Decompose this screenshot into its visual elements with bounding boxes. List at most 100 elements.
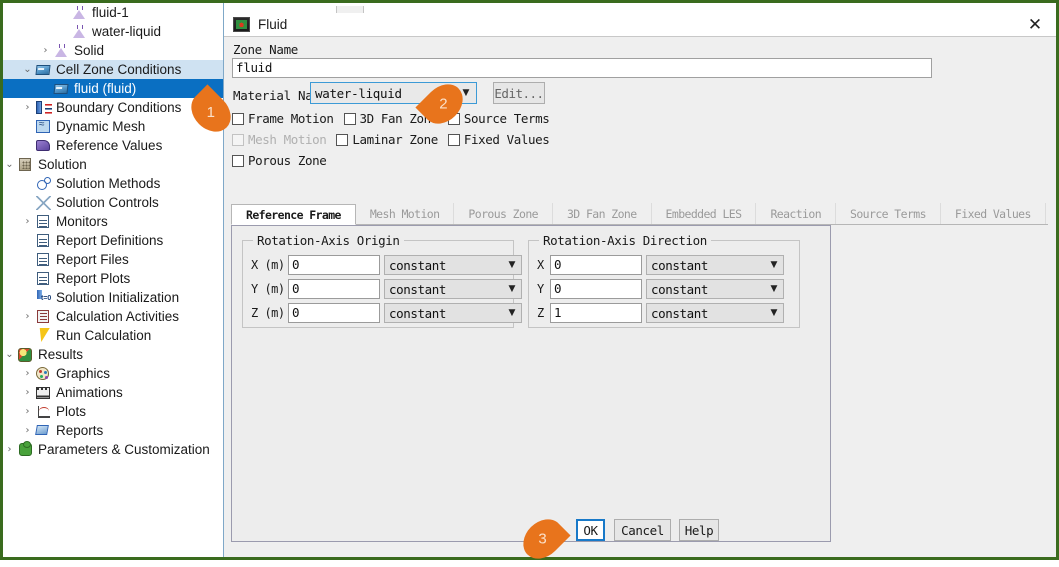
tree-item-fluid-fluid[interactable]: fluid (fluid) [3,79,223,98]
rotation-axis-origin-group: Rotation-Axis Origin X (m) 0 constant ▼ Y (m… [242,233,522,328]
tab-reaction[interactable]: Reaction [756,203,837,224]
callout-number: 1 [206,103,216,121]
tree-item-solution[interactable]: ⌄ Solution [3,155,223,174]
method-dropdown-y[interactable]: constant ▼ [646,279,784,299]
tree-item-run-calculation[interactable]: Run Calculation [3,326,223,345]
tab-reference-frame[interactable]: Reference Frame [231,204,356,225]
checkbox-laminar-zone[interactable]: Laminar Zone [336,132,438,147]
value-input-x[interactable]: 0 [550,255,642,275]
method-dropdown-z[interactable]: constant ▼ [646,303,784,323]
value-input-x[interactable]: 0 [288,255,380,275]
report-icon [34,271,53,287]
method-dropdown-x[interactable]: constant ▼ [384,255,522,275]
tree-item-label: Report Definitions [56,232,164,248]
tree-item-label: Graphics [56,365,111,381]
dialog-body: Zone Name fluid Material Name water-liqu… [224,38,1056,557]
tree-item-label: Plots [56,403,87,419]
dialog-tabbar[interactable]: Reference Frame Mesh Motion Porous Zone 3D … [231,203,1048,225]
tree-item-fluid-1[interactable]: fluid-1 [3,3,223,22]
checkbox-source-terms[interactable]: Source Terms [447,111,550,126]
cancel-button[interactable]: Cancel [614,519,671,541]
tree-item-calculation-activities[interactable]: › Calculation Activities [3,307,223,326]
tab-embedded-les[interactable]: Embedded LES [652,203,757,224]
chevron-down-icon: ▼ [770,284,778,294]
methods-icon [34,176,53,192]
tree-item-solution-methods[interactable]: Solution Methods [3,174,223,193]
chevron-right-icon[interactable]: › [21,425,34,436]
dialog-footer: OK Cancel Help [224,519,1056,543]
tree-item-solution-controls[interactable]: Solution Controls [3,193,223,212]
checkbox-box [232,112,244,125]
value-input-z[interactable]: 0 [288,303,380,323]
checkbox-row-3: Porous Zone [232,153,336,168]
chevron-right-icon[interactable]: › [21,102,34,113]
chevron-right-icon[interactable]: › [21,216,34,227]
method-value: constant [389,281,447,297]
value-input-y[interactable]: 0 [288,279,380,299]
tree-item-report-plots[interactable]: Report Plots [3,269,223,288]
chevron-right-icon[interactable]: › [21,311,34,322]
checkbox-label: Mesh Motion [248,132,327,147]
tree-item-report-files[interactable]: Report Files [3,250,223,269]
tree-item-parameters-customization[interactable]: › Parameters & Customization [3,440,223,459]
value-input-y[interactable]: 0 [550,279,642,299]
outline-tree-panel[interactable]: fluid-1 water-liquid › Solid ⌄ Cell Zone Cond… [3,3,224,557]
chevron-right-icon[interactable]: › [3,444,16,455]
ok-button[interactable]: OK [576,519,605,541]
tree-item-animations[interactable]: › Animations [3,383,223,402]
tab-mesh-motion[interactable]: Mesh Motion [356,203,455,224]
chevron-right-icon[interactable]: › [21,406,34,417]
help-button[interactable]: Help [679,519,719,541]
checkbox-frame-motion[interactable]: Frame Motion [232,111,334,126]
flask-icon [70,5,89,21]
chevron-down-icon[interactable]: ⌄ [3,349,16,360]
tree-item-water-liquid[interactable]: water-liquid [3,22,223,41]
tree-item-solution-initialization[interactable]: Solution Initialization [3,288,223,307]
tab-porous-zone[interactable]: Porous Zone [454,203,553,224]
method-dropdown-z[interactable]: constant ▼ [384,303,522,323]
zone-name-input[interactable]: fluid [232,58,932,78]
checkbox-box [343,112,356,125]
tree-item-monitors[interactable]: › Monitors [3,212,223,231]
tree-item-label: water-liquid [92,23,162,39]
graphics-icon [34,366,53,382]
tree-item-label: Run Calculation [56,327,152,343]
method-dropdown-y[interactable]: constant ▼ [384,279,522,299]
chevron-down-icon[interactable]: ⌄ [21,64,34,75]
plots-icon [34,404,53,420]
method-dropdown-x[interactable]: constant ▼ [646,255,784,275]
tab-3d-fan-zone[interactable]: 3D Fan Zone [553,203,652,224]
method-value: constant [651,305,709,321]
tab-multiphase[interactable]: Multiphase [1046,203,1059,224]
origin-row-x: X (m) 0 constant ▼ [251,255,522,275]
tree-item-reference-values[interactable]: Reference Values [3,136,223,155]
chevron-down-icon[interactable]: ⌄ [3,159,16,170]
checkbox-label: Frame Motion [248,111,334,126]
tree-item-solid[interactable]: › Solid [3,41,223,60]
chevron-right-icon[interactable]: › [21,387,34,398]
checkbox-fixed-values[interactable]: Fixed Values [447,132,550,147]
edit-material-button[interactable]: Edit... [493,82,545,104]
tree-item-label: Results [38,346,84,362]
tree-item-results[interactable]: ⌄ Results [3,345,223,364]
animations-icon [34,385,53,401]
chevron-right-icon[interactable]: › [21,368,34,379]
results-icon [16,347,35,363]
tree-item-plots[interactable]: › Plots [3,402,223,421]
tree-item-label: Reports [56,422,104,438]
value-input-z[interactable]: 1 [550,303,642,323]
tab-fixed-values[interactable]: Fixed Values [941,203,1046,224]
method-value: constant [389,257,447,273]
tree-item-graphics[interactable]: › Graphics [3,364,223,383]
axis-label: X [537,258,544,272]
tree-item-dynamic-mesh[interactable]: Dynamic Mesh [3,117,223,136]
tree-item-report-definitions[interactable]: Report Definitions [3,231,223,250]
tree-item-reports[interactable]: › Reports [3,421,223,440]
checkbox-porous-zone[interactable]: Porous Zone [232,153,327,168]
method-value: constant [651,257,709,273]
tab-source-terms[interactable]: Source Terms [836,203,941,224]
chevron-right-icon[interactable]: › [39,45,52,56]
building-icon [16,157,35,173]
tree-item-cell-zone-conditions[interactable]: ⌄ Cell Zone Conditions [3,60,223,79]
close-icon[interactable]: ✕ [1020,13,1050,37]
